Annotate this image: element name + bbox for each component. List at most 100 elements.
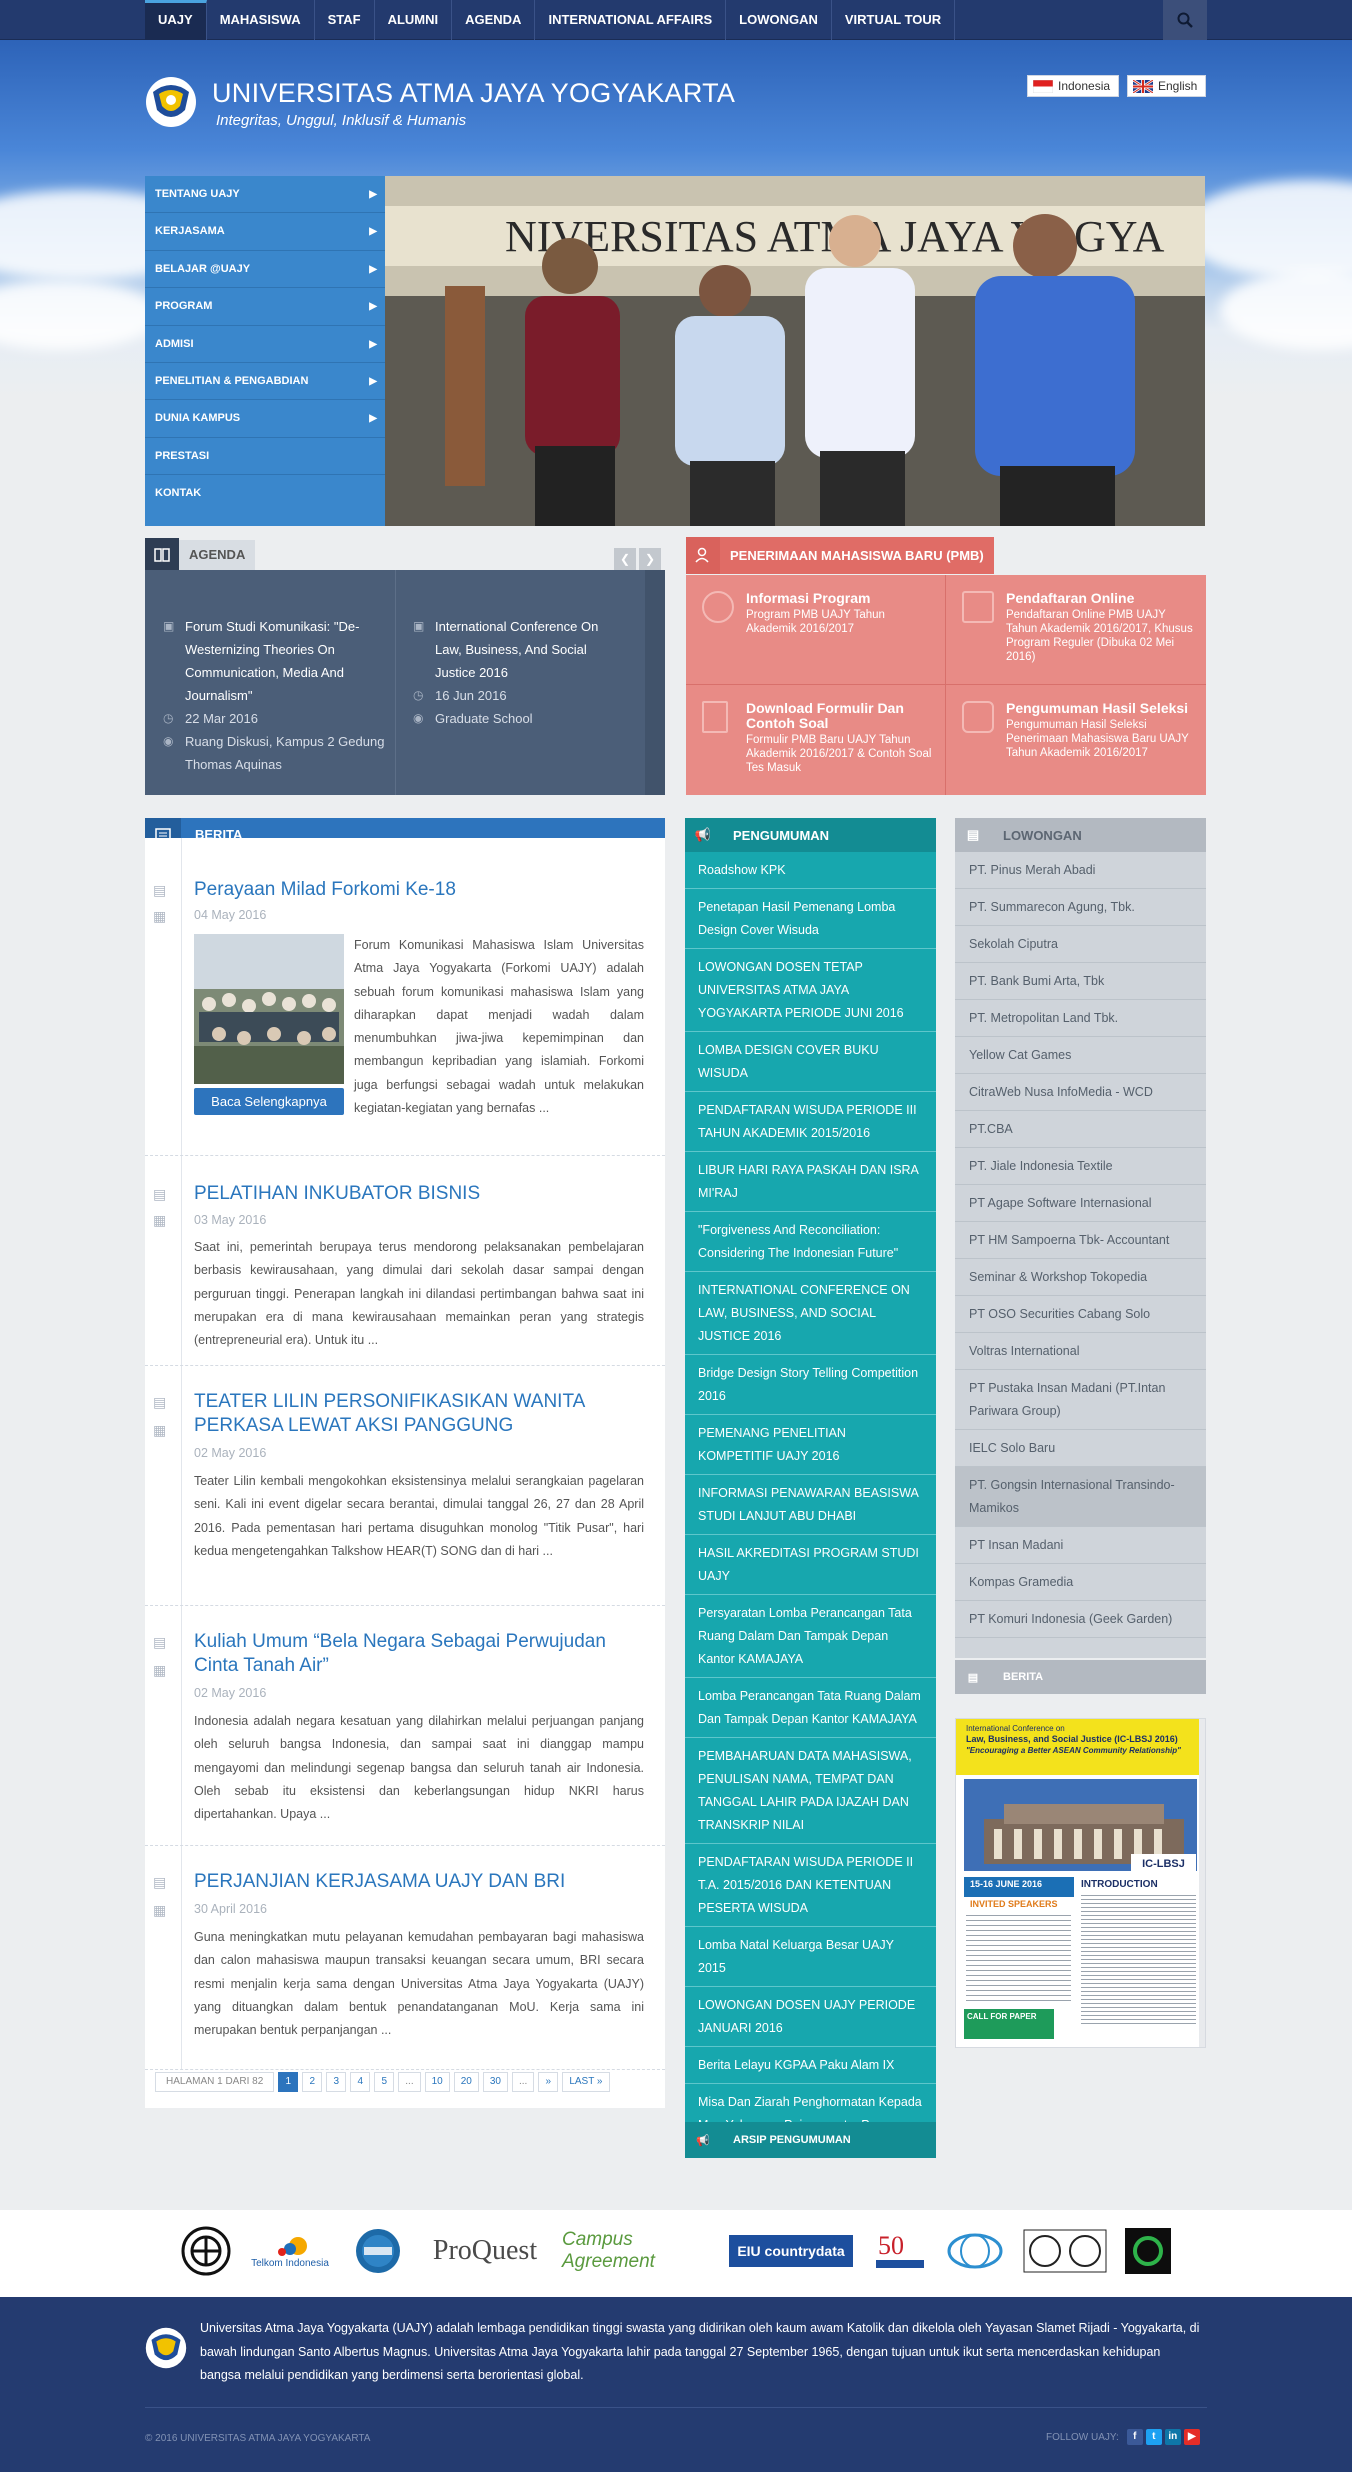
job-item[interactable]: Seminar & Workshop Tokopedia [955, 1259, 1206, 1296]
announcement-item[interactable]: Persyaratan Lomba Perancangan Tata Ruang… [685, 1595, 936, 1678]
conference-poster[interactable]: International Conference on Law, Busines… [955, 1718, 1206, 2048]
side-menu-item-prestasi[interactable]: PRESTASI [145, 438, 385, 476]
search-button[interactable] [1163, 0, 1207, 40]
job-item[interactable]: Kompas Gramedia [955, 1564, 1206, 1601]
partner-logo-1[interactable] [180, 2225, 232, 2277]
nav-item-staf[interactable]: STAF [315, 0, 375, 40]
linkedin-icon[interactable]: in [1164, 2429, 1181, 2445]
side-menu-item-kontak[interactable]: KONTAK [145, 475, 385, 512]
agenda-event-title[interactable]: International Conference On Law, Busines… [435, 615, 618, 684]
announcement-item[interactable]: PENDAFTARAN WISUDA PERIODE II T.A. 2015/… [685, 1844, 936, 1927]
announcement-item[interactable]: Lomba Perancangan Tata Ruang Dalam Dan T… [685, 1678, 936, 1738]
announcement-item[interactable]: "Forgiveness And Reconciliation: Conside… [685, 1212, 936, 1272]
pmb-informasi-program[interactable]: Informasi Program Program PMB UAJY Tahun… [686, 575, 946, 685]
job-item[interactable]: PT OSO Securities Cabang Solo [955, 1296, 1206, 1333]
nav-item-mahasiswa[interactable]: MAHASISWA [207, 0, 315, 40]
page-link[interactable]: 20 [453, 2072, 479, 2092]
article-title[interactable]: PELATIHAN INKUBATOR BISNIS [194, 1182, 644, 1206]
page-link[interactable]: 1 [278, 2072, 299, 2092]
job-item[interactable]: PT. Summarecon Agung, Tbk. [955, 889, 1206, 926]
partner-logo-campus-agreement[interactable]: Campus Agreement [562, 2225, 712, 2277]
announcement-item[interactable]: INTERNATIONAL CONFERENCE ON LAW, BUSINES… [685, 1272, 936, 1355]
hero-slider-image[interactable]: NIVERSITAS ATMA JAYA YOGYA [385, 176, 1205, 526]
job-item[interactable]: PT.CBA [955, 1111, 1206, 1148]
announcement-item[interactable]: PEMBAHARUAN DATA MAHASISWA, PENULISAN NA… [685, 1738, 936, 1844]
article-title[interactable]: PERJANJIAN KERJASAMA UAJY DAN BRI [194, 1870, 644, 1894]
side-menu-item-admisi[interactable]: ADMISI ▶ [145, 326, 385, 363]
lang-english-button[interactable]: English [1127, 75, 1207, 97]
article-thumbnail[interactable] [194, 934, 344, 1084]
partner-logo-telkom[interactable]: Telkom Indonesia [245, 2225, 335, 2277]
agenda-prev-button[interactable]: ❮ [614, 548, 636, 570]
announcement-item[interactable]: LOWONGAN DOSEN UAJY PERIODE JANUARI 2016 [685, 1987, 936, 2047]
job-item[interactable]: PT. Jiale Indonesia Textile [955, 1148, 1206, 1185]
article-title[interactable]: TEATER LILIN PERSONIFIKASIKAN WANITA PER… [194, 1390, 644, 1438]
job-item[interactable]: PT. Gongsin Internasional Transindo-Mami… [955, 1467, 1206, 1527]
side-menu-item-penelitian[interactable]: PENELITIAN & PENGABDIAN ▶ [145, 363, 385, 401]
announcement-item[interactable]: Bridge Design Story Telling Competition … [685, 1355, 936, 1415]
page-last-link[interactable]: LAST » [562, 2072, 610, 2092]
partner-logo-50-tahun[interactable]: 50 [870, 2225, 930, 2277]
job-item[interactable]: IELC Solo Baru [955, 1430, 1206, 1467]
job-item[interactable]: PT Agape Software Internasional [955, 1185, 1206, 1222]
youtube-icon[interactable]: ▶ [1183, 2429, 1200, 2445]
nav-item-virtual-tour[interactable]: VIRTUAL TOUR [832, 0, 956, 40]
nav-item-uajy[interactable]: UAJY [145, 0, 207, 40]
agenda-next-button[interactable]: ❯ [639, 548, 661, 570]
side-menu-item-program[interactable]: PROGRAM ▶ [145, 288, 385, 326]
twitter-icon[interactable]: t [1145, 2429, 1162, 2445]
page-link[interactable]: 2 [302, 2072, 323, 2092]
read-more-button[interactable]: Baca Selengkapnya [194, 1088, 344, 1115]
announcement-item[interactable]: Berita Lelayu KGPAA Paku Alam IX [685, 2047, 936, 2084]
nav-item-international-affairs[interactable]: INTERNATIONAL AFFAIRS [535, 0, 727, 40]
pmb-download-formulir[interactable]: Download Formulir Dan Contoh Soal Formul… [686, 685, 946, 795]
lang-indonesia-button[interactable]: Indonesia [1027, 75, 1120, 97]
job-item[interactable]: PT. Bank Bumi Arta, Tbk [955, 963, 1206, 1000]
job-item[interactable]: PT. Metropolitan Land Tbk. [955, 1000, 1206, 1037]
page-next-link[interactable]: » [538, 2072, 559, 2092]
page-link[interactable]: 10 [424, 2072, 450, 2092]
page-link[interactable]: 3 [326, 2072, 347, 2092]
announcement-item[interactable]: LOWONGAN DOSEN TETAP UNIVERSITAS ATMA JA… [685, 949, 936, 1032]
side-menu-item-kerjasama[interactable]: KERJASAMA ▶ [145, 213, 385, 251]
page-link[interactable]: 5 [374, 2072, 395, 2092]
partner-logo-proquest[interactable]: ProQuest [420, 2225, 550, 2277]
facebook-icon[interactable]: f [1126, 2429, 1143, 2445]
job-item[interactable]: CitraWeb Nusa InfoMedia - WCD [955, 1074, 1206, 1111]
poster-scrollbar[interactable] [1199, 1719, 1205, 2047]
announcement-item[interactable]: PENDAFTARAN WISUDA PERIODE III TAHUN AKA… [685, 1092, 936, 1152]
job-item[interactable]: PT Insan Madani [955, 1527, 1206, 1564]
job-item[interactable]: PT. Pinus Merah Abadi [955, 852, 1206, 889]
announcement-item[interactable]: HASIL AKREDITASI PROGRAM STUDI UAJY [685, 1535, 936, 1595]
side-menu-item-belajar[interactable]: BELAJAR @UAJY ▶ [145, 251, 385, 289]
arsip-pengumuman-link[interactable]: 📢 ARSIP PENGUMUMAN [685, 2122, 936, 2158]
job-item[interactable]: Voltras International [955, 1333, 1206, 1370]
nav-item-lowongan[interactable]: LOWONGAN [726, 0, 832, 40]
announcement-item[interactable]: Lomba Natal Keluarga Besar UAJY 2015 [685, 1927, 936, 1987]
article-title[interactable]: Perayaan Milad Forkomi Ke-18 [194, 878, 644, 902]
partner-logo-eiu[interactable]: EIU countrydata [727, 2225, 855, 2277]
partner-logo-ebsco[interactable] [352, 2225, 404, 2277]
announcement-item[interactable]: PEMENANG PENELITIAN KOMPETITIF UAJY 2016 [685, 1415, 936, 1475]
agenda-event[interactable]: ▣ International Conference On Law, Busine… [413, 570, 618, 795]
job-item[interactable]: Yellow Cat Games [955, 1037, 1206, 1074]
partner-logo-iso[interactable] [1022, 2225, 1108, 2277]
job-item[interactable]: PT Pustaka Insan Madani (PT.Intan Pariwa… [955, 1370, 1206, 1430]
job-item[interactable]: PT HM Sampoerna Tbk- Accountant [955, 1222, 1206, 1259]
page-link[interactable]: 4 [350, 2072, 371, 2092]
article-title[interactable]: Kuliah Umum “Bela Negara Sebagai Perwuju… [194, 1630, 644, 1678]
nav-item-alumni[interactable]: ALUMNI [375, 0, 453, 40]
agenda-event[interactable]: ▣ Forum Studi Komunikasi: "De-Westernizin… [163, 570, 388, 795]
announcement-item[interactable]: Penetapan Hasil Pemenang Lomba Design Co… [685, 889, 936, 949]
agenda-event-title[interactable]: Forum Studi Komunikasi: "De-Westernizing… [185, 615, 388, 707]
pmb-pendaftaran-online[interactable]: Pendaftaran Online Pendaftaran Online PM… [946, 575, 1206, 685]
announcement-item[interactable]: INFORMASI PENAWARAN BEASISWA STUDI LANJU… [685, 1475, 936, 1535]
partner-logo-9[interactable] [1124, 2225, 1172, 2277]
job-item[interactable]: PT Komuri Indonesia (Geek Garden) [955, 1601, 1206, 1638]
announcement-item[interactable]: LOMBA DESIGN COVER BUKU WISUDA [685, 1032, 936, 1092]
announcement-item[interactable]: Roadshow KPK [685, 852, 936, 889]
page-link[interactable]: 30 [482, 2072, 508, 2092]
partner-logo-7[interactable] [944, 2225, 1006, 2277]
job-item[interactable]: Sekolah Ciputra [955, 926, 1206, 963]
announcement-item[interactable]: LIBUR HARI RAYA PASKAH DAN ISRA MI'RAJ [685, 1152, 936, 1212]
